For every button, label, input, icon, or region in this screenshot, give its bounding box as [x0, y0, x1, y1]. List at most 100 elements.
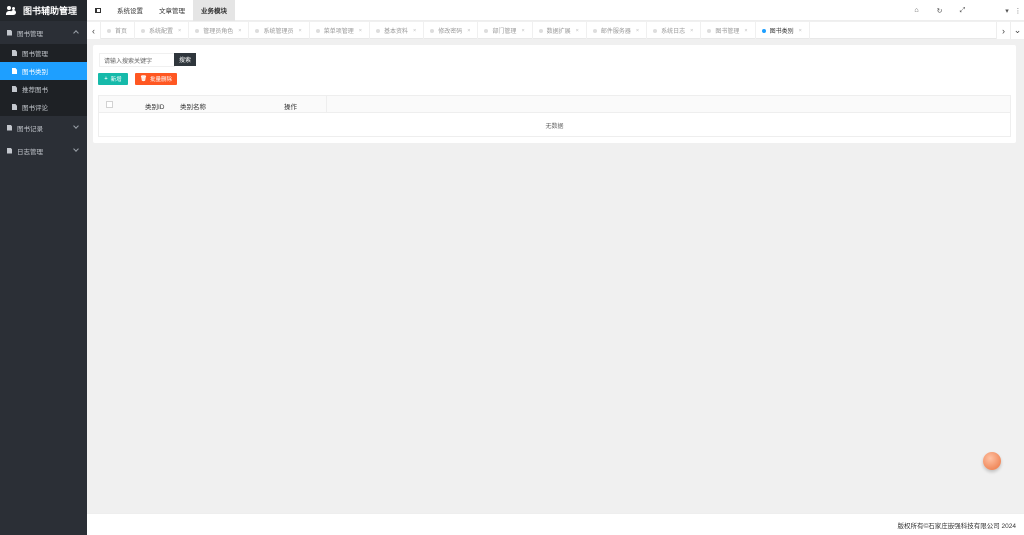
- menu-group-book-records[interactable]: 图书记录: [0, 116, 87, 139]
- chevron-left-icon[interactable]: ‹: [87, 22, 101, 39]
- page-tab[interactable]: 系统管理员 ×: [249, 22, 310, 39]
- chevron-right-icon[interactable]: ›: [996, 22, 1010, 39]
- page-tab-label: 修改密码: [438, 29, 463, 35]
- caret-down-icon[interactable]: ▾: [1002, 7, 1012, 15]
- page-tab[interactable]: 系统配置 ×: [135, 22, 190, 39]
- page-tab[interactable]: 系统日志 ×: [647, 22, 702, 39]
- close-icon[interactable]: ×: [238, 28, 241, 34]
- sidebar-item-book-reviews[interactable]: 图书评论: [0, 98, 87, 116]
- page-tab-active[interactable]: 图书类别 ×: [756, 22, 810, 39]
- page-tab[interactable]: 图书管理 ×: [701, 22, 756, 39]
- top-right-tools: ⌂ ↻ ⤢ ▾ ⋮: [905, 0, 1024, 21]
- top-tab-article-management[interactable]: 文章管理: [151, 0, 193, 21]
- menu-group-book-management[interactable]: 图书管理: [0, 21, 87, 44]
- sidebar: 图书辅助管理 图书管理 图书管理 图书类别 推荐图书 图书评论 图书记录 日志管…: [0, 0, 87, 535]
- page-tab[interactable]: 数据扩展 ×: [533, 22, 587, 39]
- dot-icon: [141, 28, 146, 33]
- dot-icon: [315, 28, 320, 33]
- top-tab-business-module[interactable]: 业务模块: [193, 0, 235, 21]
- close-icon[interactable]: ×: [521, 28, 524, 34]
- close-icon[interactable]: ×: [413, 28, 416, 34]
- add-button[interactable]: + 新增: [98, 73, 128, 85]
- page-tab[interactable]: 菜单项管理 ×: [310, 22, 370, 39]
- home-icon[interactable]: ⌂: [905, 7, 928, 14]
- close-icon[interactable]: ×: [178, 28, 181, 34]
- floating-ball[interactable]: [983, 452, 1001, 470]
- close-icon[interactable]: ×: [636, 28, 639, 34]
- close-icon[interactable]: ×: [359, 28, 362, 34]
- dot-icon: [107, 28, 111, 33]
- page-tab-label: 管理员角色: [203, 29, 234, 35]
- chevron-down-icon: [73, 146, 79, 152]
- menu-group-label: 图书记录: [17, 125, 43, 133]
- dot-icon: [430, 28, 435, 33]
- chevron-up-icon: [73, 30, 79, 36]
- page-tab[interactable]: 部门管理 ×: [478, 22, 533, 39]
- page-tab-label: 菜单项管理: [323, 29, 354, 35]
- page-tab-list: 首页 系统配置 × 管理员角色 × 系统管理员 × 菜单项管理 × 基本资料 × 修改密码…: [101, 22, 810, 39]
- column-header-category-id: 类别ID: [145, 104, 165, 111]
- document-icon: [12, 50, 17, 56]
- more-icon[interactable]: ⋮: [1012, 7, 1024, 15]
- dot-icon: [761, 28, 766, 33]
- page-tab-label: 数据扩展: [546, 29, 571, 35]
- select-all-checkbox[interactable]: [106, 101, 113, 108]
- document-icon: [12, 86, 17, 92]
- content-card: 请输入搜索关键字 搜索 + 新增 🗑 批量删除 类别ID 类别名称 操作 无数据: [93, 45, 1016, 143]
- column-divider: [326, 96, 327, 113]
- chevron-down-icon[interactable]: ⌄: [1010, 22, 1024, 39]
- search-button[interactable]: 搜索: [174, 53, 196, 66]
- submenu-book-management: 图书管理 图书类别 推荐图书 图书评论: [0, 44, 87, 116]
- copyright-text: 版权所有©石家庄嵌强科技有限公司 2024: [897, 523, 1016, 530]
- fullscreen-icon[interactable]: ⤢: [951, 7, 974, 15]
- search-input[interactable]: 请输入搜索关键字: [99, 53, 175, 67]
- document-icon: [7, 29, 12, 36]
- page-tab-label: 基本资料: [383, 29, 408, 35]
- dot-icon: [653, 28, 658, 33]
- document-icon: [12, 104, 17, 110]
- sidebar-item-label: 图书类别: [22, 69, 48, 76]
- page-tab[interactable]: 修改密码 ×: [424, 22, 479, 39]
- footer: 版权所有©石家庄嵌强科技有限公司 2024: [87, 513, 1024, 535]
- page-tab-label: 首页: [115, 29, 128, 35]
- trash-icon: 🗑: [140, 76, 147, 82]
- page-tab[interactable]: 管理员角色 ×: [189, 22, 250, 39]
- column-header-actions: 操作: [284, 104, 297, 111]
- empty-state: 无数据: [545, 123, 564, 130]
- sidebar-item-label: 推荐图书: [22, 87, 48, 94]
- sidebar-item-recommended-books[interactable]: 推荐图书: [0, 80, 87, 98]
- batch-delete-label: 批量删除: [149, 77, 172, 83]
- sidebar-item-book-category[interactable]: 图书类别: [0, 62, 87, 80]
- page-tab-label: 邮件服务器: [600, 29, 631, 35]
- page-tab[interactable]: 基本资料 ×: [370, 22, 425, 39]
- dot-icon: [707, 28, 712, 33]
- close-icon[interactable]: ×: [576, 28, 579, 34]
- page-tab-label: 图书管理: [715, 29, 740, 35]
- top-tab-system-settings[interactable]: 系统设置: [109, 0, 151, 21]
- page-tab-label: 部门管理: [492, 29, 517, 35]
- dot-icon: [592, 28, 597, 33]
- sidebar-toggle-icon[interactable]: [87, 7, 109, 13]
- menu-group-label: 图书管理: [17, 30, 43, 38]
- close-icon[interactable]: ×: [467, 28, 470, 34]
- dot-icon: [538, 28, 543, 33]
- batch-delete-button[interactable]: 🗑 批量删除: [135, 73, 177, 85]
- page-tab[interactable]: 首页: [101, 22, 136, 39]
- add-button-label: 新增: [110, 77, 122, 83]
- menu-group-label: 日志管理: [17, 148, 43, 156]
- app-logo: 图书辅助管理: [0, 0, 87, 21]
- close-icon[interactable]: ×: [690, 28, 693, 34]
- close-icon[interactable]: ×: [799, 28, 802, 34]
- page-tab-label: 系统配置: [149, 29, 174, 35]
- app-title: 图书辅助管理: [23, 6, 78, 16]
- page-tab[interactable]: 邮件服务器 ×: [587, 22, 648, 39]
- close-icon[interactable]: ×: [299, 28, 302, 34]
- dot-icon: [484, 28, 489, 33]
- sidebar-item-book-management[interactable]: 图书管理: [0, 44, 87, 62]
- document-icon: [7, 124, 12, 131]
- refresh-icon[interactable]: ↻: [928, 7, 951, 15]
- chevron-down-icon: [73, 123, 79, 129]
- close-icon[interactable]: ×: [744, 28, 747, 34]
- menu-group-log-management[interactable]: 日志管理: [0, 139, 87, 162]
- data-table: 类别ID 类别名称 操作 无数据: [98, 95, 1011, 137]
